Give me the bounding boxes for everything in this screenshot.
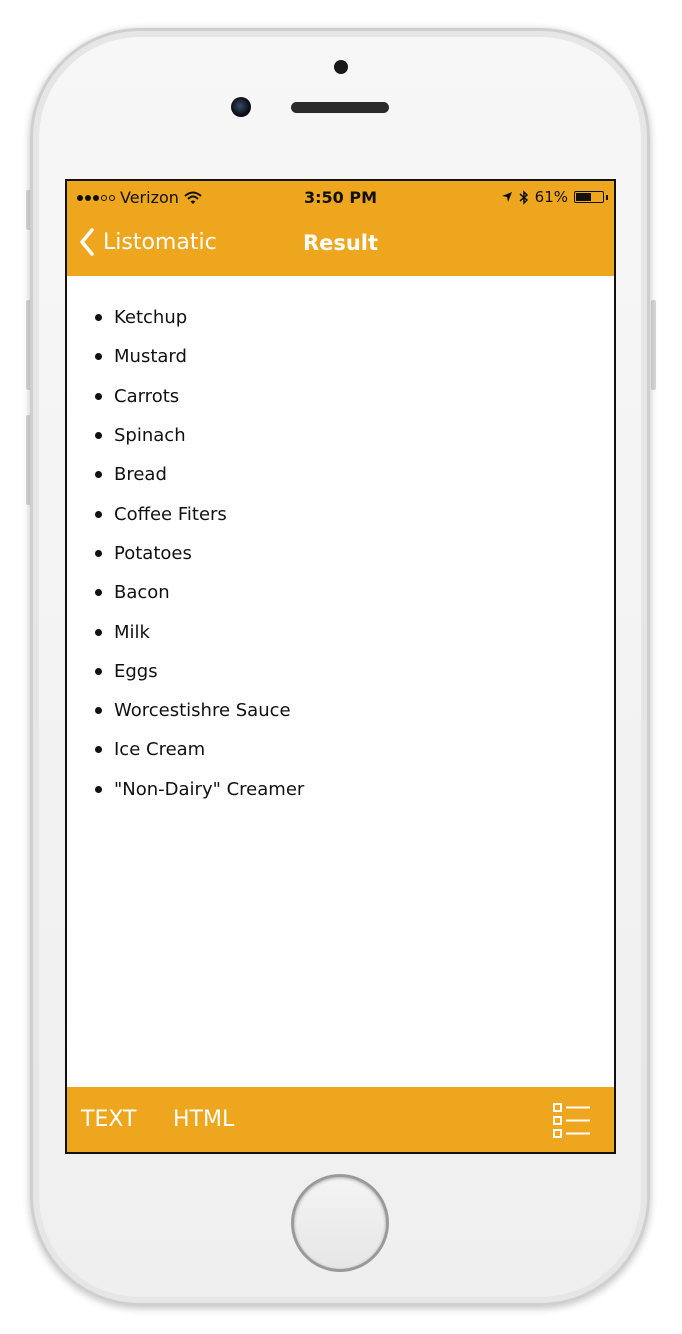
status-bar: Verizon 3:50 PM 61% (67, 181, 614, 214)
bullet-icon (95, 746, 102, 754)
front-camera (231, 97, 251, 117)
list-item: Worcestishre Sauce (95, 691, 304, 730)
status-right-group: 61% (501, 188, 608, 206)
list-item: Bread (95, 455, 304, 494)
bullet-icon (95, 432, 102, 440)
result-content: Ketchup Mustard Carrots Spinach Bread Coffee … (67, 276, 614, 1087)
list-item-label: Milk (114, 621, 150, 643)
list-item: Carrots (95, 377, 304, 416)
home-button[interactable] (291, 1174, 389, 1272)
bullet-icon (95, 549, 102, 557)
list-item: Bacon (95, 573, 304, 612)
bullet-icon (95, 628, 102, 636)
list-item-label: Ketchup (114, 307, 188, 329)
list-item: Coffee Fiters (95, 494, 304, 533)
bullet-icon (95, 392, 102, 400)
tab-text[interactable]: TEXT (81, 1107, 136, 1132)
bullet-icon (95, 314, 102, 322)
bullet-icon (95, 589, 102, 597)
list-item: Spinach (95, 416, 304, 455)
list-item-label: Bacon (114, 582, 170, 604)
navigation-bar: Listomatic Result (67, 214, 614, 276)
bottom-toolbar: TEXT HTML (67, 1087, 614, 1152)
bullet-icon (95, 667, 102, 675)
list-item-label: Spinach (114, 425, 186, 447)
page-title: Result (302, 231, 379, 255)
list-item: Ice Cream (95, 730, 304, 769)
list-item-label: Eggs (114, 660, 158, 682)
result-list: Ketchup Mustard Carrots Spinach Bread Coffee … (95, 298, 304, 809)
power-button (651, 300, 656, 390)
bullet-icon (95, 353, 102, 361)
device-mockup: Verizon 3:50 PM 61% Listomatic Result Ke… (0, 0, 682, 1334)
battery-icon (574, 191, 608, 203)
list-item-label: Coffee Fiters (114, 503, 227, 525)
list-item-label: Carrots (114, 385, 180, 407)
list-item-label: Bread (114, 464, 167, 486)
list-item-label: Mustard (114, 346, 187, 368)
list-item: Mustard (95, 337, 304, 376)
list-item: Eggs (95, 652, 304, 691)
checklist-icon[interactable] (552, 1102, 592, 1140)
list-item: Ketchup (95, 298, 304, 337)
battery-percent: 61% (534, 188, 568, 206)
tab-html[interactable]: HTML (173, 1107, 234, 1132)
list-item-label: Potatoes (114, 542, 192, 564)
list-item-label: Ice Cream (114, 739, 206, 761)
bullet-icon (95, 510, 102, 518)
battery-level (576, 193, 592, 201)
bullet-icon (95, 707, 102, 715)
list-item: Potatoes (95, 534, 304, 573)
list-item: Milk (95, 612, 304, 651)
bluetooth-icon (519, 189, 528, 205)
earpiece-speaker (291, 102, 389, 113)
proximity-sensor (334, 60, 348, 74)
list-item-label: Worcestishre Sauce (114, 700, 291, 722)
location-arrow-icon (501, 192, 512, 202)
bullet-icon (95, 785, 102, 793)
screen: Verizon 3:50 PM 61% Listomatic Result Ke… (65, 179, 616, 1154)
list-item: "Non-Dairy" Creamer (95, 770, 304, 809)
list-item-label: "Non-Dairy" Creamer (114, 778, 305, 800)
bullet-icon (95, 471, 102, 479)
